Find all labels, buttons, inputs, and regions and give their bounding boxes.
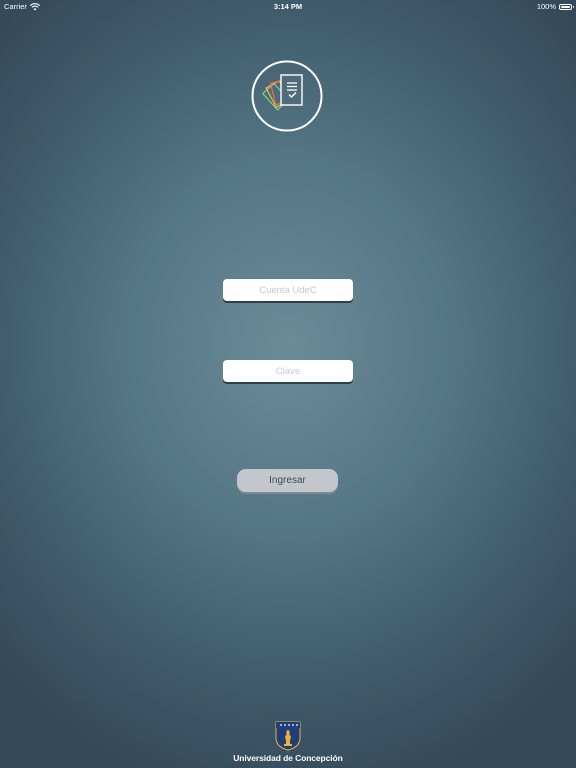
username-input[interactable] [223,279,353,301]
university-footer: Universidad de Concepción [0,721,576,763]
battery-indicator: 100% [536,2,574,11]
status-time: 3:14 PM [273,2,303,11]
battery-percent: 100% [536,2,556,11]
status-bar: Carrier 3:14 PM 100% [0,0,576,14]
app-logo-icon [251,60,323,132]
battery-icon [559,3,574,10]
password-input[interactable] [223,360,353,382]
university-crest-icon [275,721,301,751]
university-name: Universidad de Concepción [233,753,343,763]
login-button[interactable]: Ingresar [237,469,338,492]
documents-check-icon [261,74,303,111]
